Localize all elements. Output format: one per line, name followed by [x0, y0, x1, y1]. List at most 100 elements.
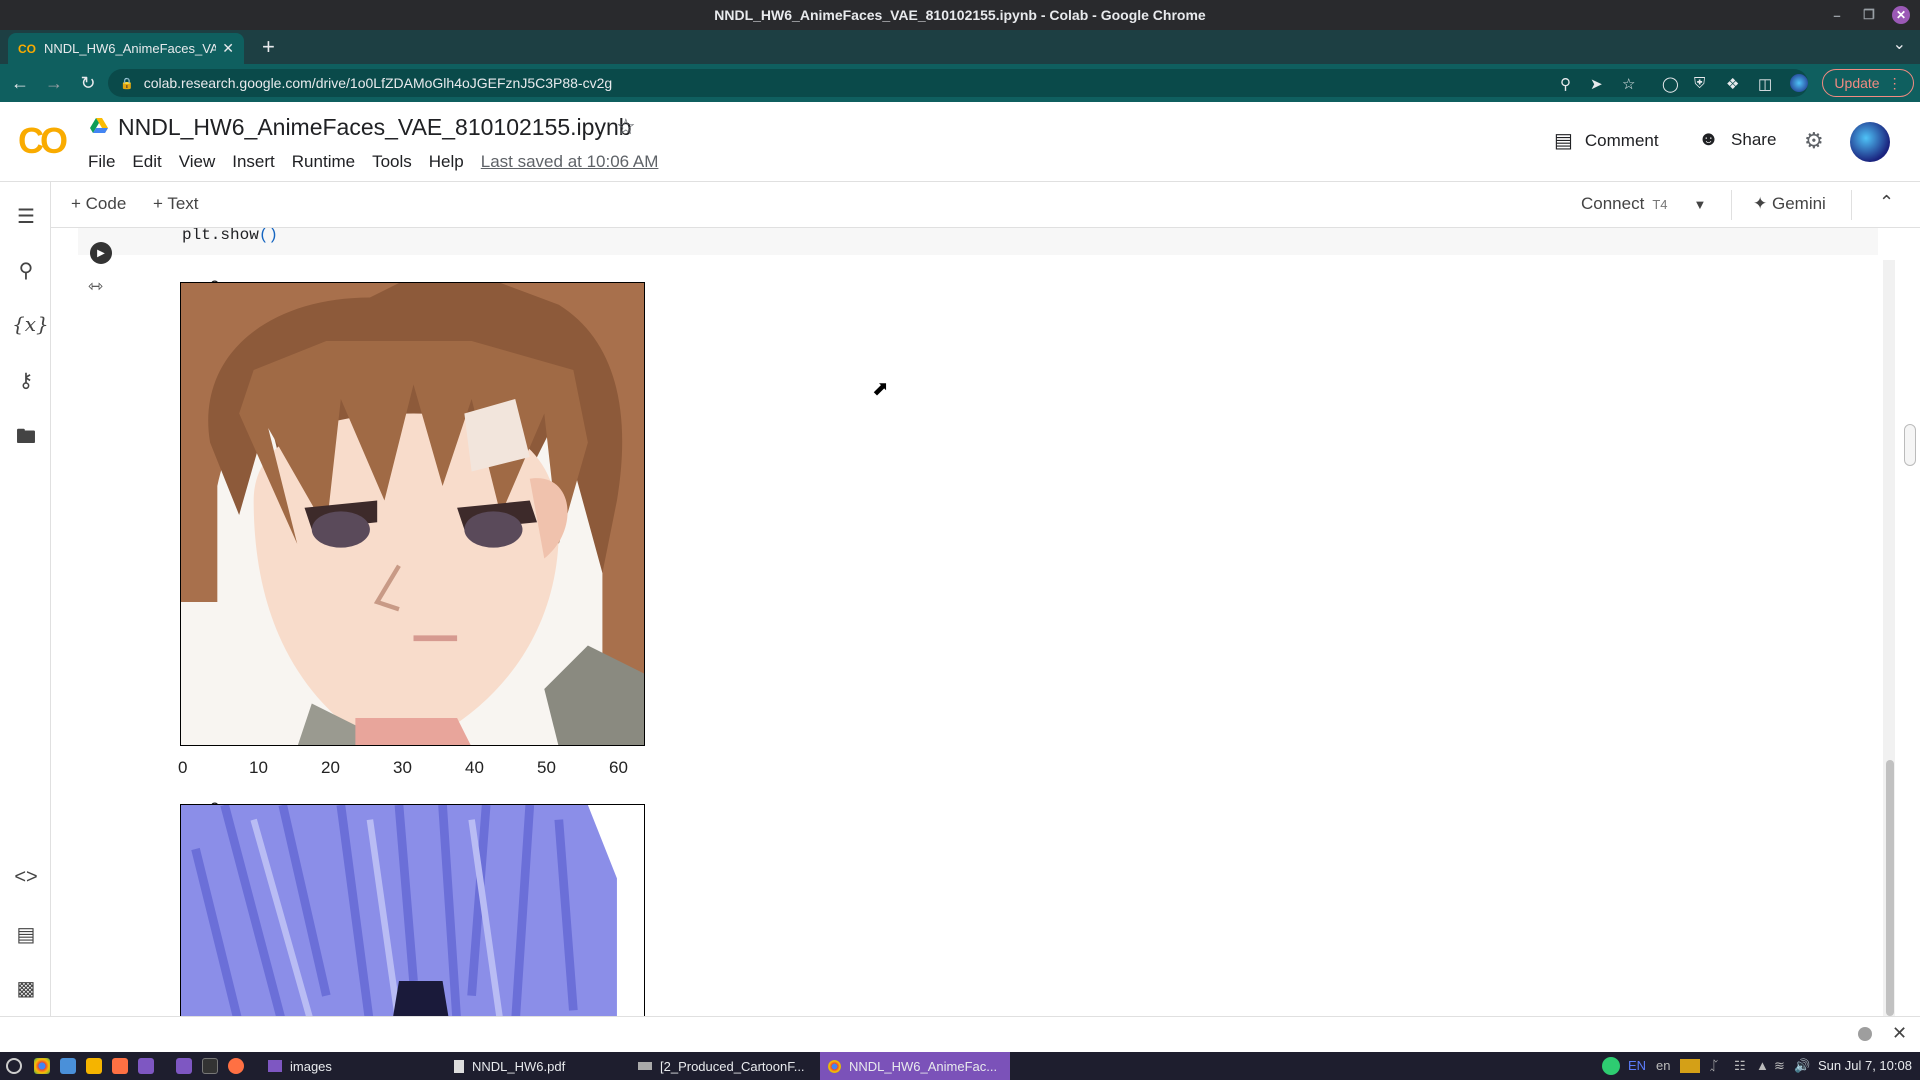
anime-face-brown-hair: [181, 283, 644, 745]
chrome-icon[interactable]: [34, 1058, 50, 1074]
colab-status-bar: ✕: [0, 1016, 1920, 1052]
reload-icon[interactable]: ↻: [74, 73, 102, 94]
menu-edit[interactable]: Edit: [132, 152, 161, 172]
menu-help[interactable]: Help: [429, 152, 464, 172]
menu-tools[interactable]: Tools: [372, 152, 412, 172]
chevron-down-icon[interactable]: ▼: [1694, 197, 1707, 212]
minimize-icon[interactable]: –: [1828, 8, 1846, 23]
colab-header: CO NNDL_HW6_AnimeFaces_VAE_810102155.ipy…: [0, 102, 1920, 182]
files-icon[interactable]: [176, 1058, 192, 1074]
forward-icon[interactable]: →: [40, 73, 68, 94]
shield-icon[interactable]: ⛨: [1694, 75, 1705, 92]
url-text: colab.research.google.com/drive/1o0LfZDA…: [143, 75, 613, 91]
app-icon[interactable]: [138, 1058, 154, 1074]
extension-record-icon[interactable]: ◯: [1662, 75, 1679, 93]
close-icon[interactable]: ✕: [1892, 6, 1910, 24]
colab-favicon-icon: CO: [18, 41, 36, 56]
comment-button[interactable]: ▤ Comment: [1554, 128, 1659, 153]
network-icon[interactable]: ▲: [1756, 1058, 1769, 1073]
output-actions-icon[interactable]: ⇿: [88, 276, 103, 297]
close-status-icon[interactable]: ✕: [1892, 1023, 1907, 1044]
star-icon[interactable]: ☆: [616, 114, 636, 140]
launcher-icon[interactable]: [6, 1058, 22, 1074]
window-icon: [638, 1062, 652, 1070]
colab-logo[interactable]: CO: [18, 120, 68, 162]
os-taskbar: images NNDL_HW6.pdf [2_Produced_CartoonF…: [0, 1052, 1920, 1080]
send-icon[interactable]: ➤: [1590, 75, 1603, 93]
anime-face-blue-hair: [181, 805, 644, 1016]
xtick-label: 0: [178, 758, 188, 777]
menu-insert[interactable]: Insert: [232, 152, 275, 172]
command-palette-icon[interactable]: ▤: [12, 922, 40, 947]
files-folder-icon[interactable]: 🖿: [12, 422, 40, 456]
table-of-contents-icon[interactable]: ☰: [12, 204, 40, 229]
terminal-icon[interactable]: ▩: [12, 976, 40, 1001]
menu-bar: File Edit View Insert Runtime Tools Help…: [88, 152, 675, 172]
add-code-button[interactable]: + Code: [71, 194, 126, 214]
maximize-icon[interactable]: ❐: [1860, 7, 1878, 23]
last-saved-link[interactable]: Last saved at 10:06 AM: [481, 152, 659, 172]
secrets-key-icon[interactable]: ⚷: [12, 368, 40, 393]
taskbar-window[interactable]: NNDL_HW6.pdf: [446, 1052, 573, 1080]
settings-gear-icon[interactable]: ⚙: [1804, 128, 1824, 154]
menu-file[interactable]: File: [88, 152, 115, 172]
window-title: NNDL_HW6_AnimeFaces_VAE_810102155.ipynb …: [714, 7, 1206, 23]
tab-close-icon[interactable]: ✕: [222, 40, 234, 57]
share-button[interactable]: ☻ Share: [1698, 128, 1776, 151]
run-cell-button[interactable]: ▶: [90, 242, 112, 264]
notes-icon[interactable]: [86, 1058, 102, 1074]
xtick-label: 60: [609, 758, 628, 777]
comment-icon: ▤: [1554, 130, 1573, 152]
status-dot-icon: [1858, 1027, 1872, 1041]
display-icon[interactable]: [1680, 1059, 1700, 1073]
add-text-button[interactable]: + Text: [153, 194, 199, 214]
profile-avatar[interactable]: [1790, 74, 1808, 92]
more-menu-icon: ⋮: [1887, 74, 1902, 91]
check-status-icon[interactable]: [1602, 1057, 1620, 1075]
volume-icon[interactable]: 🔊: [1794, 1058, 1810, 1074]
xtick-label: 10: [249, 758, 268, 777]
scrollbar-thumb[interactable]: [1886, 760, 1894, 1016]
browser-tab[interactable]: CO NNDL_HW6_AnimeFaces_VAE ✕: [8, 33, 244, 64]
terminal-icon[interactable]: [202, 1058, 218, 1074]
back-icon[interactable]: ←: [6, 73, 34, 94]
account-avatar[interactable]: [1850, 122, 1890, 162]
menu-runtime[interactable]: Runtime: [292, 152, 355, 172]
url-bar[interactable]: 🔒 colab.research.google.com/drive/1o0LfZ…: [108, 69, 1808, 97]
bookmark-star-icon[interactable]: ☆: [1622, 75, 1635, 93]
code-snippets-icon[interactable]: <>: [12, 866, 40, 889]
keyboard-lang[interactable]: EN: [1628, 1058, 1646, 1073]
taskbar-window[interactable]: [2_Produced_CartoonF...: [630, 1052, 813, 1080]
taskbar-window-active[interactable]: NNDL_HW6_AnimeFac...: [820, 1052, 1010, 1080]
app-icon[interactable]: [228, 1058, 244, 1074]
new-tab-icon[interactable]: +: [262, 34, 275, 60]
side-panel-icon[interactable]: ◫: [1758, 75, 1772, 93]
tab-title: NNDL_HW6_AnimeFaces_VAE: [44, 41, 217, 56]
clipboard-icon[interactable]: ☷: [1734, 1058, 1746, 1074]
translate-icon[interactable]: [60, 1058, 76, 1074]
wifi-icon[interactable]: ≋: [1774, 1058, 1785, 1074]
clock[interactable]: Sun Jul 7, 10:08: [1818, 1058, 1912, 1073]
window-controls: – ❐ ✕: [1828, 6, 1910, 24]
window-titlebar: NNDL_HW6_AnimeFaces_VAE_810102155.ipynb …: [0, 0, 1920, 30]
gemini-button[interactable]: ✦ Gemini: [1753, 194, 1826, 214]
share-label: Share: [1731, 129, 1777, 149]
app-icon[interactable]: [112, 1058, 128, 1074]
collapse-header-icon[interactable]: ⌃: [1879, 192, 1894, 213]
taskbar-window[interactable]: images: [260, 1052, 340, 1080]
input-lang[interactable]: en: [1656, 1058, 1670, 1073]
runtime-type: T4: [1652, 196, 1668, 212]
page-scroll-indicator[interactable]: [1904, 424, 1916, 466]
bluetooth-icon[interactable]: ᛢ: [1710, 1058, 1718, 1073]
extensions-puzzle-icon[interactable]: ❖: [1726, 75, 1739, 93]
tab-search-icon[interactable]: ⌄: [1893, 34, 1906, 54]
menu-view[interactable]: View: [179, 152, 216, 172]
connect-button[interactable]: Connect T4 ▼: [1581, 194, 1706, 214]
notebook-title[interactable]: NNDL_HW6_AnimeFaces_VAE_810102155.ipynb: [118, 114, 632, 141]
gemini-label: Gemini: [1771, 194, 1826, 213]
variables-icon[interactable]: {x}: [12, 312, 49, 336]
search-icon[interactable]: ⚲: [12, 258, 40, 283]
notebook-toolbar: + Code + Text Connect T4 ▼ ✦ Gemini ⌃: [51, 182, 1920, 228]
zoom-icon[interactable]: ⚲: [1560, 75, 1571, 93]
update-button[interactable]: Update ⋮: [1822, 69, 1914, 97]
